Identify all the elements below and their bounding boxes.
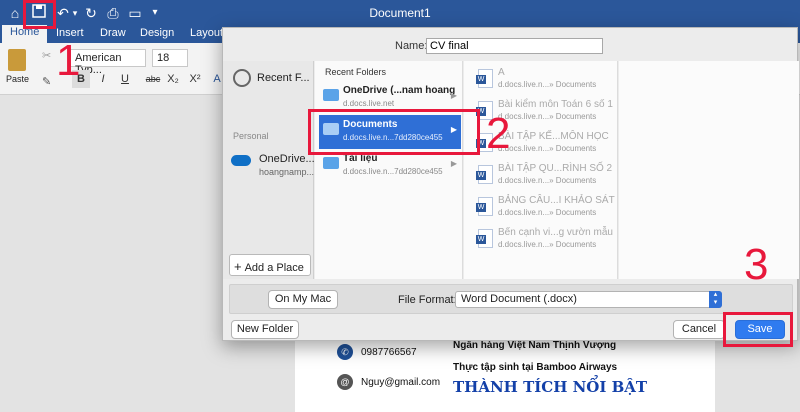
highlight-box-2 (308, 109, 480, 155)
step-number-1: 1 (56, 36, 81, 85)
title-bar: ⌂ ↶ ▾ ↻ ⎙ ▭ ▾ Document1 (0, 0, 800, 25)
doc-heading: THÀNH TÍCH NỔI BẬT (453, 378, 648, 396)
file-format-select[interactable]: Word Document (.docx) ▴ ▾ (455, 291, 722, 308)
tab-layout[interactable]: Layout (190, 27, 223, 39)
file-name: Bến cạnh vi...g vườn mẫu (498, 227, 613, 238)
highlight-box-3 (723, 312, 793, 347)
italic-button[interactable]: I (94, 70, 112, 88)
dialog-sidebar: Recent F... Personal OneDrive... hoangna… (223, 61, 315, 279)
sidebar-onedrive-label: OneDrive... (259, 153, 315, 165)
file-location: d.docs.live.n...» Documents (498, 80, 597, 89)
word-doc-icon: W (476, 229, 493, 248)
format-bar: On My Mac File Format: Word Document (.d… (229, 284, 793, 314)
superscript-button[interactable]: X² (186, 70, 204, 88)
clock-icon (233, 69, 251, 87)
name-label: Name: (395, 40, 428, 52)
underline-button[interactable]: U (116, 70, 134, 88)
file-location: d.docs.live.n...» Documents (498, 176, 597, 185)
step-number-3: 3 (744, 240, 769, 289)
cloud-icon (231, 155, 251, 166)
file-name-input[interactable] (426, 38, 603, 54)
highlight-box-1 (23, 0, 56, 29)
file-format-value: Word Document (.docx) (461, 293, 577, 305)
doc-line-bank: Ngân hàng Việt Nam Thịnh Vượng (453, 340, 617, 351)
subscript-button[interactable]: X₂ (164, 70, 182, 88)
file-name: A (498, 67, 505, 78)
file-item[interactable]: W Bến cạnh vi...g vườn mẫu d.docs.live.n… (476, 227, 628, 255)
folder-name: OneDrive (...nam hoang (343, 85, 456, 96)
save-dialog: Name: Recent F... Personal OneDrive... h… (222, 27, 799, 341)
sidebar-item-onedrive[interactable]: OneDrive... hoangnamp... (231, 153, 315, 177)
new-folder-button[interactable]: New Folder (231, 320, 299, 339)
recent-folders-label: Recent Folders (325, 67, 387, 77)
file-location: d.docs.live.n...» Documents (498, 112, 597, 121)
doc-email: Nguy@gmail.com (361, 377, 441, 388)
folder-location: d.docs.live.n...7dd280ce455 (343, 167, 443, 176)
name-row: Name: (223, 28, 799, 58)
doc-line-intern: Thực tập sinh tại Bamboo Airways (453, 362, 618, 373)
window-title: Document1 (369, 6, 431, 20)
tab-design[interactable]: Design (140, 27, 174, 39)
chevron-updown-icon: ▴ ▾ (709, 291, 722, 308)
paste-icon[interactable] (8, 49, 26, 71)
file-name: BẢNG CÂU...I KHẢO SÁT (498, 195, 615, 206)
sidebar-section-personal: Personal (233, 131, 269, 141)
file-name: BÀI TẬP KẾ...MÔN HỌC (498, 131, 609, 142)
files-column: W A d.docs.live.n...» Documents W Bài ki… (464, 61, 618, 279)
word-doc-icon: W (476, 165, 493, 184)
chevron-right-icon: ▶ (450, 91, 457, 100)
sidebar-item-recent[interactable]: Recent F... (233, 69, 310, 87)
file-location: d.docs.live.n...» Documents (498, 208, 597, 217)
word-doc-icon: W (476, 197, 493, 216)
on-my-mac-button[interactable]: On My Mac (268, 290, 338, 309)
strikethrough-button[interactable]: abc (142, 70, 164, 88)
email-icon: @ (337, 374, 353, 390)
cut-icon[interactable]: ✂ (42, 49, 51, 62)
file-item[interactable]: W BẢNG CÂU...I KHẢO SÁT d.docs.live.n...… (476, 195, 628, 223)
phone-icon: ✆ (337, 344, 353, 360)
paste-label[interactable]: Paste (6, 74, 29, 84)
font-name-box[interactable]: American Typ... (70, 49, 146, 76)
chevron-right-icon: ▶ (450, 159, 457, 168)
file-format-label: File Format: (398, 294, 457, 306)
sidebar-recent-label: Recent F... (257, 71, 310, 84)
cancel-button[interactable]: Cancel (673, 320, 725, 339)
folder-location: d.docs.live.net (343, 99, 395, 108)
doc-phone: 0987766567 (361, 347, 417, 358)
add-place-button[interactable]: + Add a Place (229, 254, 311, 276)
file-name: BÀI TẬP QU...RÌNH SỐ 2 (498, 163, 613, 174)
add-place-label: Add a Place (244, 262, 304, 274)
file-location: d.docs.live.n...» Documents (498, 240, 597, 249)
empty-column (619, 61, 799, 279)
file-item[interactable]: W A d.docs.live.n...» Documents (476, 67, 628, 95)
plus-icon: + (234, 259, 242, 274)
word-doc-icon: W (476, 69, 493, 88)
folder-icon (323, 89, 339, 101)
folders-column: Recent Folders OneDrive (...nam hoang d.… (315, 61, 463, 279)
tab-draw[interactable]: Draw (100, 27, 126, 39)
font-size-box[interactable]: 18 (152, 49, 188, 67)
sidebar-onedrive-account: hoangnamp... (259, 167, 315, 177)
file-location: d.docs.live.n...» Documents (498, 144, 597, 153)
folder-icon (323, 157, 339, 169)
file-item[interactable]: W BÀI TẬP QU...RÌNH SỐ 2 d.docs.live.n..… (476, 163, 628, 191)
step-number-2: 2 (486, 109, 511, 158)
format-painter-icon[interactable]: ✎ (42, 75, 51, 88)
file-name: Bài kiểm môn Toán 6 số 1 (498, 99, 613, 110)
